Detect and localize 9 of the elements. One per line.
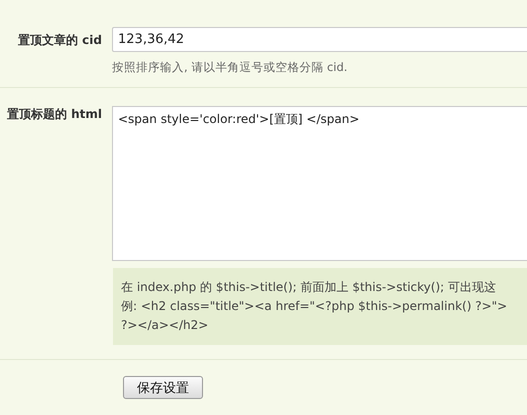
hint-text: 按照排序输入, 请以半角逗号或空格分隔 cid. bbox=[112, 60, 348, 75]
cid-input[interactable]: 123,36,42 bbox=[112, 27, 527, 52]
field-label: 置顶文章的 cid bbox=[17, 32, 103, 49]
note-text: ?></a></h2> bbox=[121, 317, 210, 334]
note-text: 在 index.php 的 $this->title(); 前面加上 $this->sticky(); 可出现这 bbox=[121, 279, 497, 296]
html-textarea[interactable]: <span style='color:red'>[置顶] </span> bbox=[112, 106, 527, 261]
field-label: 置顶标题的 html bbox=[6, 106, 103, 123]
note-text: 例: <h2 class="title"><a href="<?php $this->permalink() ?>"> bbox=[121, 298, 508, 315]
save-button[interactable]: 保存设置 bbox=[123, 376, 203, 399]
